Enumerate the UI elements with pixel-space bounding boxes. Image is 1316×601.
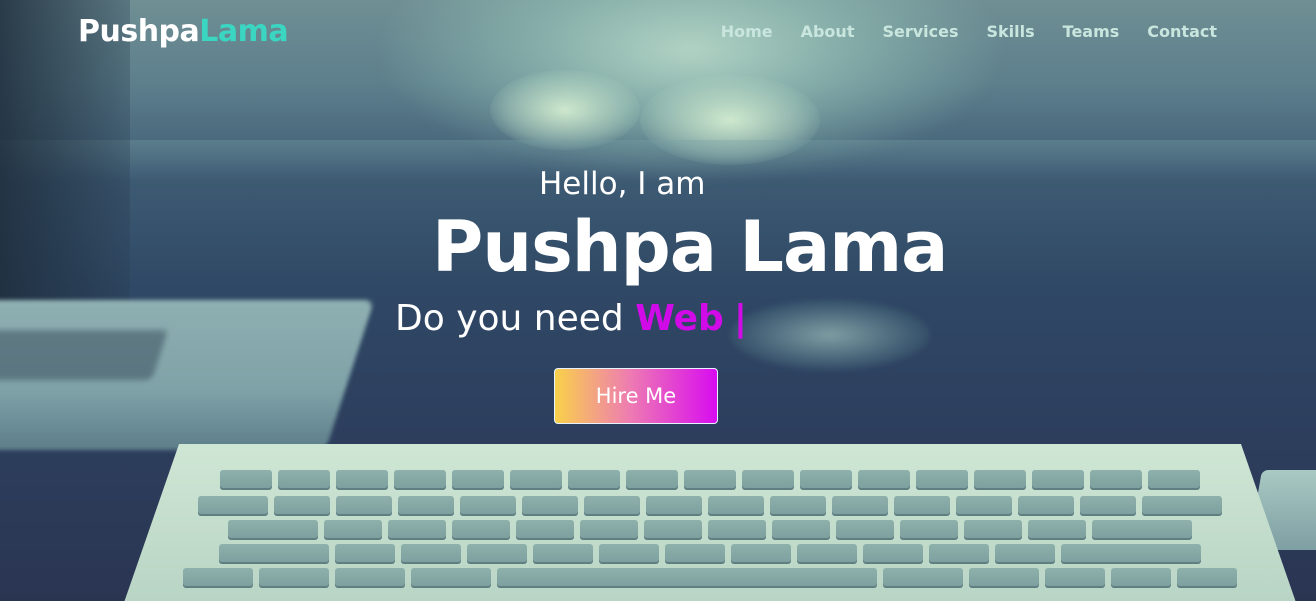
brand-accent: Lama (199, 14, 289, 49)
background-laptop-keys (0, 330, 169, 380)
hero-name: Pushpa Lama (432, 206, 948, 288)
nav-link-home[interactable]: Home (721, 22, 773, 41)
background-mug (730, 300, 930, 370)
nav-link-about[interactable]: About (801, 22, 855, 41)
hero-section: PushpaLama Home About Services Skills Te… (0, 0, 1316, 601)
hero-tagline: Do you need Web | (395, 298, 747, 339)
typing-cursor: | (733, 298, 747, 339)
keyboard-row (120, 470, 1300, 490)
keyboard-row (120, 520, 1300, 540)
nav-link-services[interactable]: Services (882, 22, 958, 41)
keyboard-row (120, 544, 1300, 564)
keyboard-row (120, 496, 1300, 516)
nav-link-skills[interactable]: Skills (987, 22, 1035, 41)
typed-word: Web (635, 298, 724, 339)
hero-greeting: Hello, I am (539, 166, 706, 202)
background-keyboard (120, 444, 1300, 601)
navbar: PushpaLama Home About Services Skills Te… (0, 0, 1316, 68)
nav-link-contact[interactable]: Contact (1147, 22, 1217, 41)
background-glasses-left (490, 70, 640, 150)
brand-first: Pushpa (78, 14, 200, 49)
nav-link-teams[interactable]: Teams (1063, 22, 1120, 41)
hire-me-button[interactable]: Hire Me (554, 368, 718, 424)
nav-links: Home About Services Skills Teams Contact (721, 22, 1217, 41)
tagline-prefix: Do you need (395, 298, 624, 339)
keyboard-row (120, 568, 1300, 588)
brand-logo[interactable]: PushpaLama (78, 14, 289, 49)
